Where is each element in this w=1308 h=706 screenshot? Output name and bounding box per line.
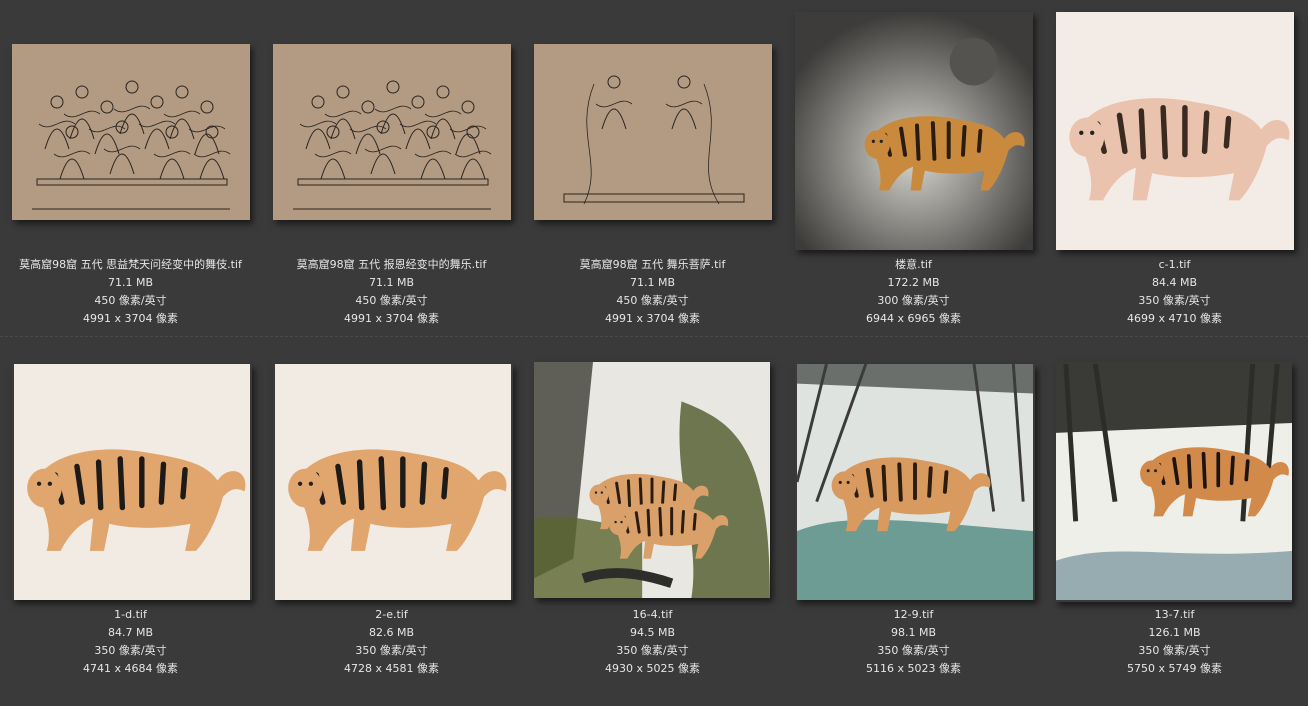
file-meta: c-1.tif 84.4 MB 350 像素/英寸 4699 x 4710 像素	[1044, 256, 1305, 328]
image-thumbnail[interactable]	[534, 44, 772, 220]
file-meta: 16-4.tif 94.5 MB 350 像素/英寸 4930 x 5025 像素	[522, 606, 783, 678]
file-thumbnail-item[interactable]: 12-9.tif 98.1 MB 350 像素/英寸 5116 x 5023 像素	[783, 350, 1044, 700]
image-thumbnail[interactable]	[534, 362, 770, 598]
file-name[interactable]: 13-7.tif	[1044, 606, 1305, 624]
image-thumbnail[interactable]	[12, 44, 250, 220]
file-thumbnail-item[interactable]: 13-7.tif 126.1 MB 350 像素/英寸 5750 x 5749 像素	[1044, 350, 1305, 700]
file-dimensions: 5116 x 5023 像素	[866, 662, 961, 675]
file-thumbnail-item[interactable]: 莫高窟98窟 五代 报恩经变中的舞乐.tif 71.1 MB 450 像素/英寸 49…	[261, 0, 522, 350]
image-thumbnail[interactable]	[1056, 12, 1294, 250]
file-dimensions: 4991 x 3704 像素	[83, 312, 178, 325]
file-thumbnail-item[interactable]: 楼意.tif 172.2 MB 300 像素/英寸 6944 x 6965 像素	[783, 0, 1044, 350]
image-thumbnail[interactable]	[273, 44, 511, 220]
file-size: 71.1 MB	[107, 276, 154, 289]
file-name[interactable]: 莫高窟98窟 五代 舞乐菩萨.tif	[522, 256, 783, 274]
file-dimensions: 4741 x 4684 像素	[83, 662, 178, 675]
file-dimensions: 4991 x 3704 像素	[344, 312, 439, 325]
image-thumbnail[interactable]	[12, 364, 252, 600]
file-thumbnail-item[interactable]: 2-e.tif 82.6 MB 350 像素/英寸 4728 x 4581 像素	[261, 350, 522, 700]
file-size: 126.1 MB	[1148, 626, 1201, 639]
file-resolution: 350 像素/英寸	[877, 644, 950, 657]
file-thumbnail-item[interactable]: 莫高窟98窟 五代 思益梵天问经变中的舞伎.tif 71.1 MB 450 像素/英…	[0, 0, 261, 350]
file-resolution: 300 像素/英寸	[877, 294, 950, 307]
file-size: 82.6 MB	[368, 626, 415, 639]
image-thumbnail[interactable]	[795, 364, 1035, 600]
file-meta: 13-7.tif 126.1 MB 350 像素/英寸 5750 x 5749 像素	[1044, 606, 1305, 678]
file-size: 71.1 MB	[629, 276, 676, 289]
file-meta: 1-d.tif 84.7 MB 350 像素/英寸 4741 x 4684 像素	[0, 606, 261, 678]
file-dimensions: 4991 x 3704 像素	[605, 312, 700, 325]
file-meta: 莫高窟98窟 五代 报恩经变中的舞乐.tif 71.1 MB 450 像素/英寸 49…	[261, 256, 522, 328]
file-meta: 楼意.tif 172.2 MB 300 像素/英寸 6944 x 6965 像素	[783, 256, 1044, 328]
file-size: 98.1 MB	[890, 626, 937, 639]
file-size: 84.4 MB	[1151, 276, 1198, 289]
file-resolution: 450 像素/英寸	[355, 294, 428, 307]
file-size: 94.5 MB	[629, 626, 676, 639]
file-thumbnail-item[interactable]: c-1.tif 84.4 MB 350 像素/英寸 4699 x 4710 像素	[1044, 0, 1305, 350]
file-dimensions: 4699 x 4710 像素	[1127, 312, 1222, 325]
file-resolution: 350 像素/英寸	[616, 644, 689, 657]
file-name[interactable]: 楼意.tif	[783, 256, 1044, 274]
file-meta: 2-e.tif 82.6 MB 350 像素/英寸 4728 x 4581 像素	[261, 606, 522, 678]
file-dimensions: 6944 x 6965 像素	[866, 312, 961, 325]
file-meta: 莫高窟98窟 五代 舞乐菩萨.tif 71.1 MB 450 像素/英寸 4991 x…	[522, 256, 783, 328]
thumbnail-grid: 莫高窟98窟 五代 思益梵天问经变中的舞伎.tif 71.1 MB 450 像素/英…	[0, 0, 1308, 706]
file-meta: 12-9.tif 98.1 MB 350 像素/英寸 5116 x 5023 像素	[783, 606, 1044, 678]
image-thumbnail[interactable]	[1056, 362, 1292, 602]
image-thumbnail[interactable]	[795, 12, 1033, 250]
file-resolution: 350 像素/英寸	[1138, 644, 1211, 657]
file-name[interactable]: 12-9.tif	[783, 606, 1044, 624]
file-resolution: 450 像素/英寸	[94, 294, 167, 307]
file-resolution: 350 像素/英寸	[1138, 294, 1211, 307]
image-thumbnail[interactable]	[273, 364, 513, 600]
file-name[interactable]: c-1.tif	[1044, 256, 1305, 274]
file-size: 172.2 MB	[887, 276, 940, 289]
file-dimensions: 4930 x 5025 像素	[605, 662, 700, 675]
file-thumbnail-item[interactable]: 1-d.tif 84.7 MB 350 像素/英寸 4741 x 4684 像素	[0, 350, 261, 700]
file-thumbnail-item[interactable]: 莫高窟98窟 五代 舞乐菩萨.tif 71.1 MB 450 像素/英寸 4991 x…	[522, 0, 783, 350]
file-resolution: 450 像素/英寸	[616, 294, 689, 307]
file-name[interactable]: 2-e.tif	[261, 606, 522, 624]
file-name[interactable]: 莫高窟98窟 五代 思益梵天问经变中的舞伎.tif	[0, 256, 261, 274]
row-separator	[0, 336, 1308, 338]
file-resolution: 350 像素/英寸	[355, 644, 428, 657]
file-resolution: 350 像素/英寸	[94, 644, 167, 657]
file-dimensions: 5750 x 5749 像素	[1127, 662, 1222, 675]
file-size: 84.7 MB	[107, 626, 154, 639]
file-name[interactable]: 16-4.tif	[522, 606, 783, 624]
file-name[interactable]: 莫高窟98窟 五代 报恩经变中的舞乐.tif	[261, 256, 522, 274]
file-thumbnail-item[interactable]: 16-4.tif 94.5 MB 350 像素/英寸 4930 x 5025 像素	[522, 350, 783, 700]
file-name[interactable]: 1-d.tif	[0, 606, 261, 624]
file-dimensions: 4728 x 4581 像素	[344, 662, 439, 675]
file-size: 71.1 MB	[368, 276, 415, 289]
file-meta: 莫高窟98窟 五代 思益梵天问经变中的舞伎.tif 71.1 MB 450 像素/英…	[0, 256, 261, 328]
